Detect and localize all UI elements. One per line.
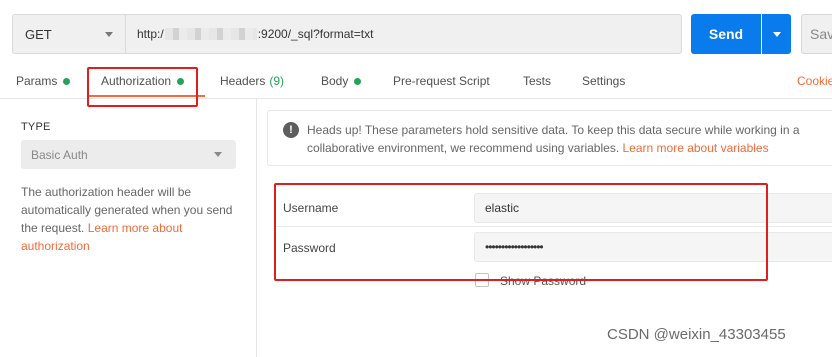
watermark: CSDN @weixin_43303455 (607, 326, 786, 343)
chevron-down-icon (772, 31, 781, 37)
url-prefix: http:/ (137, 27, 164, 41)
auth-type-label: TYPE (21, 121, 51, 133)
chevron-down-icon (214, 152, 222, 157)
send-label: Send (708, 26, 744, 42)
tab-body[interactable]: Body (321, 74, 362, 88)
redacted-host (164, 28, 257, 40)
sensitive-data-notice: Heads up! These parameters hold sensitiv… (267, 110, 832, 166)
cookies-link[interactable]: Cookie (797, 74, 832, 88)
auth-type-value: Basic Auth (31, 147, 88, 162)
tab-headers[interactable]: Headers (9) (220, 74, 284, 88)
send-options-button[interactable] (762, 14, 791, 54)
method-label: GET (25, 26, 52, 42)
tab-params[interactable]: Params (16, 74, 71, 88)
annotation-box-credentials (274, 183, 768, 281)
send-button[interactable]: Send (691, 14, 761, 54)
tab-settings[interactable]: Settings (582, 74, 625, 88)
tab-params-label: Params (16, 74, 58, 88)
cookies-label: Cookie (797, 74, 832, 88)
auth-type-select[interactable]: Basic Auth (21, 140, 236, 169)
tab-pre-request-script[interactable]: Pre-request Script (393, 74, 490, 88)
save-button[interactable]: Sav (801, 14, 832, 54)
annotation-box-authorization (87, 67, 198, 107)
tab-settings-label: Settings (582, 74, 626, 88)
headers-count: (9) (269, 74, 285, 88)
save-label: Sav (810, 26, 832, 42)
url-suffix: :9200/_sql?format=txt (257, 27, 374, 41)
tab-headers-label: Headers (220, 74, 266, 88)
tab-tests-label: Tests (523, 74, 552, 88)
auth-description: The authorization header will be automat… (21, 183, 236, 255)
url-input[interactable]: http:/ :9200/_sql?format=txt (125, 14, 682, 54)
tab-tests[interactable]: Tests (523, 74, 551, 88)
learn-more-variables-link[interactable]: Learn more about variables (623, 141, 769, 155)
pane-divider (256, 99, 257, 357)
chevron-down-icon (105, 31, 113, 37)
tab-body-label: Body (321, 74, 349, 88)
status-dot-icon (354, 77, 362, 85)
method-select[interactable]: GET (12, 14, 125, 54)
info-icon: ! (283, 122, 299, 138)
tab-pre-request-label: Pre-request Script (393, 74, 490, 88)
status-dot-icon (63, 77, 71, 85)
